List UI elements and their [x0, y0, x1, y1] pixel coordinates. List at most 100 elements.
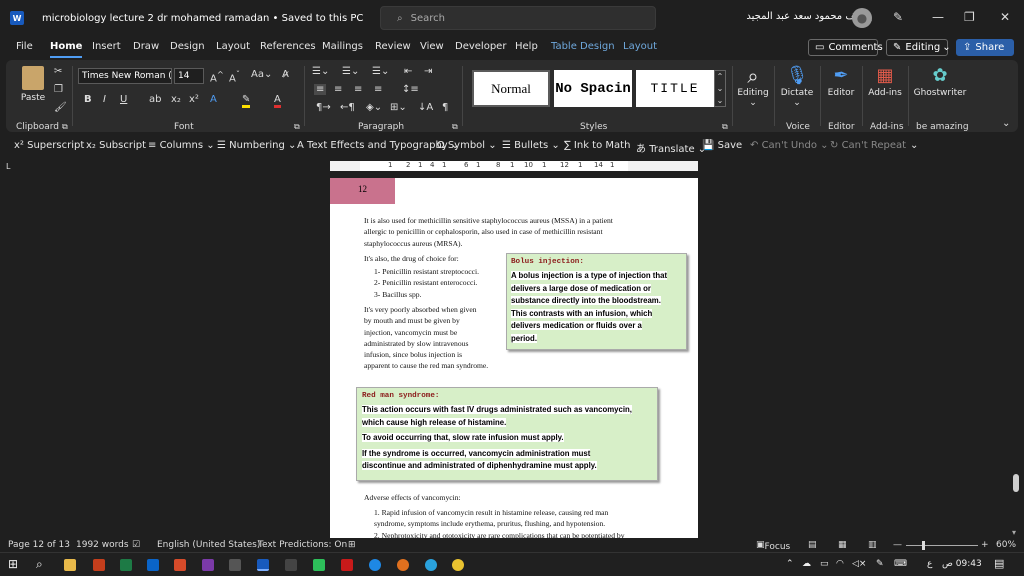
text-effects-quick[interactable]: A Text Effects and Typography ⌄	[297, 140, 459, 151]
whatsapp-icon[interactable]	[313, 559, 325, 571]
tab-references[interactable]: References	[260, 41, 316, 52]
notification-icon[interactable]: ▤	[994, 557, 1004, 570]
dialog-launcher-icon[interactable]: ⧉	[294, 122, 300, 132]
bullets-icon[interactable]: ☰⌄	[312, 66, 329, 77]
grow-font-icon[interactable]: A^	[210, 69, 224, 84]
multilevel-icon[interactable]: ☰⌄	[372, 66, 389, 77]
designer-icon[interactable]: ✎	[893, 10, 903, 24]
tab-view[interactable]: View	[420, 41, 444, 52]
avatar[interactable]: ●	[852, 8, 872, 28]
vertical-scrollbar-thumb[interactable]	[1013, 474, 1019, 492]
file-explorer-icon[interactable]	[64, 559, 76, 571]
text-effects-icon[interactable]: A	[210, 94, 217, 105]
format-painter-icon[interactable]: 🖌	[54, 102, 67, 113]
comments-button[interactable]: ▭ Comments	[808, 39, 883, 56]
document-page[interactable]: 12 It is also used for methicillin sensi…	[330, 178, 698, 538]
increase-indent-icon[interactable]: ⇥	[424, 66, 432, 77]
input-language[interactable]: ع	[927, 559, 932, 569]
telegram-icon[interactable]	[425, 559, 437, 571]
proofing-icon[interactable]: ☑	[132, 540, 140, 550]
dialog-launcher-icon[interactable]: ⧉	[722, 122, 728, 132]
firefox-icon[interactable]	[397, 559, 409, 571]
change-case-icon[interactable]: Aa⌄	[251, 69, 272, 80]
translate-quick[interactable]: あ Translate ⌄	[636, 140, 706, 155]
superscript-quick[interactable]: x² Superscript	[14, 140, 84, 151]
ink-to-math-quick[interactable]: ∑ Ink to Math	[564, 140, 630, 151]
borders-icon[interactable]: ⊞⌄	[390, 102, 407, 113]
align-center-icon[interactable]: ≡	[334, 84, 342, 95]
numbering-icon[interactable]: ☰⌄	[342, 66, 359, 77]
chrome-icon[interactable]	[452, 559, 464, 571]
bold-icon[interactable]: B	[84, 94, 92, 105]
dialog-launcher-icon[interactable]: ⧉	[452, 122, 458, 132]
copy-icon[interactable]: ❐	[54, 84, 63, 95]
collapse-ribbon-icon[interactable]: ⌄	[1002, 118, 1010, 129]
editor-button[interactable]: ✒ Editor	[824, 64, 858, 98]
shrink-font-icon[interactable]: Aˇ	[229, 69, 240, 84]
powerpoint-icon[interactable]	[93, 559, 105, 571]
symbol-quick[interactable]: Ω Symbol ⌄	[437, 140, 497, 151]
volume-icon[interactable]: ◁×	[852, 559, 866, 569]
tab-help[interactable]: Help	[515, 41, 538, 52]
ltr-icon[interactable]: ¶→	[316, 102, 331, 113]
text-predictions-status[interactable]: Text Predictions: On	[258, 540, 347, 550]
edge-icon[interactable]	[369, 559, 381, 571]
pen-icon[interactable]: ✎	[876, 559, 884, 569]
underline-icon[interactable]: U	[120, 94, 127, 105]
accessibility-icon[interactable]: ⊞	[348, 540, 356, 550]
start-icon[interactable]: ⊞	[8, 557, 18, 571]
dictate-button[interactable]: 🎙 Dictate ⌄	[778, 64, 816, 108]
tab-home[interactable]: Home	[50, 41, 83, 58]
subscript-quick[interactable]: x₂ Subscript	[86, 140, 146, 151]
highlight-icon[interactable]: ✎	[242, 94, 251, 108]
subscript-icon[interactable]: x₂	[171, 94, 181, 105]
restore-button[interactable]: ❐	[964, 10, 975, 24]
read-mode-icon[interactable]: ▤	[808, 540, 817, 550]
justify-icon[interactable]: ≡	[374, 84, 382, 95]
tray-app-icon[interactable]: ☁	[802, 559, 811, 569]
taskbar-search-icon[interactable]: ⌕	[36, 557, 43, 572]
editing-mode-button[interactable]: ✎ Editing ⌄	[886, 39, 951, 56]
tab-developer[interactable]: Developer	[455, 41, 506, 52]
print-layout-icon[interactable]: ▦	[838, 540, 847, 550]
minimize-button[interactable]: —	[932, 10, 944, 24]
italic-icon[interactable]: I	[103, 94, 106, 105]
word-count[interactable]: 1992 words	[76, 540, 129, 550]
superscript-icon[interactable]: x²	[189, 94, 199, 105]
font-color-icon[interactable]: A	[274, 94, 281, 108]
tab-insert[interactable]: Insert	[92, 41, 121, 52]
wifi-icon[interactable]: ◠	[836, 559, 844, 569]
zoom-out-icon[interactable]: —	[893, 540, 902, 550]
app-icon[interactable]	[285, 559, 297, 571]
app-icon[interactable]	[174, 559, 186, 571]
font-size-box[interactable]: 14	[174, 68, 204, 84]
clock[interactable]: 09:43 ص	[942, 559, 982, 569]
clear-format-icon[interactable]: A̷	[282, 69, 289, 80]
tab-file[interactable]: File	[16, 41, 33, 52]
excel-icon[interactable]	[120, 559, 132, 571]
zoom-slider-thumb[interactable]	[922, 541, 925, 550]
outlook-icon[interactable]	[147, 559, 159, 571]
align-right-icon[interactable]: ≡	[354, 84, 362, 95]
line-spacing-icon[interactable]: ↕≡	[402, 84, 419, 95]
language-status[interactable]: English (United States)	[157, 540, 260, 550]
close-button[interactable]: ✕	[1000, 10, 1010, 24]
app-icon[interactable]	[229, 559, 241, 571]
columns-quick[interactable]: ≡ Columns ⌄	[148, 140, 215, 151]
addins-button[interactable]: ▦ Add-ins	[866, 64, 904, 98]
window-title[interactable]: microbiology lecture 2 dr mohamed ramada…	[42, 13, 363, 24]
editing-button[interactable]: ⌕ Editing ⌄	[736, 64, 770, 108]
undo-quick[interactable]: ↶ Can't Undo ⌄	[750, 140, 829, 151]
zoom-level[interactable]: 60%	[996, 540, 1016, 550]
page-count[interactable]: Page 12 of 13	[8, 540, 70, 550]
keyboard-icon[interactable]: ⌨	[894, 559, 907, 569]
strikethrough-icon[interactable]: ab	[149, 94, 161, 105]
font-name-box[interactable]: Times New Roman (	[78, 68, 172, 84]
customize-qat-icon[interactable]: ⌄	[910, 140, 918, 151]
decrease-indent-icon[interactable]: ⇤	[404, 66, 412, 77]
cut-icon[interactable]: ✂	[54, 66, 62, 77]
tab-mailings[interactable]: Mailings	[322, 41, 363, 52]
focus-button[interactable]: ▣ Focus	[756, 540, 790, 552]
style-no-spacing[interactable]: No Spacin	[554, 70, 632, 107]
tab-layout[interactable]: Layout	[216, 41, 250, 52]
